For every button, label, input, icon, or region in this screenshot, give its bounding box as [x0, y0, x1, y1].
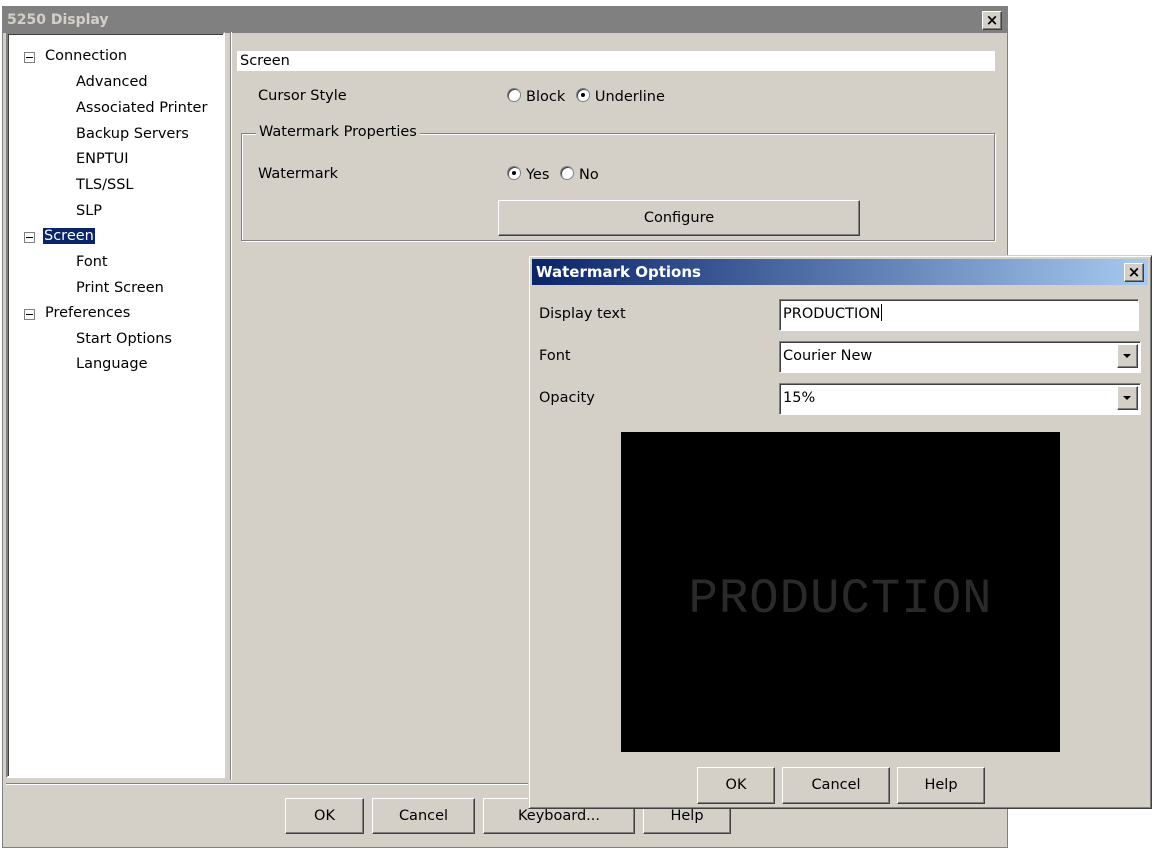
- watermark-no-radio[interactable]: No: [560, 166, 599, 183]
- display-text-label: Display text: [539, 306, 626, 322]
- chevron-down-icon[interactable]: [1117, 344, 1138, 368]
- display-text-input[interactable]: PRODUCTION: [779, 299, 1139, 331]
- opacity-label: Opacity: [539, 390, 595, 406]
- main-window-titlebar[interactable]: 5250 Display: [3, 7, 1007, 33]
- cursor-style-label: Cursor Style: [258, 88, 347, 104]
- watermark-label: Watermark: [258, 166, 338, 182]
- main-window-close-button[interactable]: ×: [982, 11, 1002, 30]
- panel-splitter[interactable]: [230, 32, 232, 780]
- radio-label: Block: [526, 89, 566, 105]
- collapse-screen-icon[interactable]: [24, 232, 35, 243]
- tree-item-start-options[interactable]: Start Options: [76, 328, 172, 350]
- main-window-title: 5250 Display: [7, 12, 109, 28]
- tree-item-label: Preferences: [45, 305, 131, 321]
- tree-item-backup-servers[interactable]: Backup Servers: [76, 123, 189, 145]
- tree-item-tls-ssl[interactable]: TLS/SSL: [76, 174, 134, 196]
- watermark-preview-text: PRODUCTION: [688, 571, 993, 627]
- tree-item-label: Screen: [43, 228, 95, 244]
- tree-item-associated-printer[interactable]: Associated Printer: [76, 97, 207, 119]
- watermark-properties-legend: Watermark Properties: [256, 124, 420, 140]
- opacity-select[interactable]: 15%: [779, 383, 1141, 415]
- font-select[interactable]: Courier New: [779, 341, 1141, 373]
- main-cancel-button[interactable]: Cancel: [372, 798, 475, 834]
- radio-checked-icon: [575, 88, 590, 102]
- watermark-radio-group: Yes No: [507, 166, 605, 183]
- tree-item-language[interactable]: Language: [76, 353, 148, 375]
- font-select-value: Courier New: [783, 348, 873, 364]
- cursor-block-radio[interactable]: Block: [507, 88, 566, 105]
- configure-button[interactable]: Configure: [498, 200, 860, 236]
- watermark-dialog-close-button[interactable]: ×: [1124, 263, 1144, 282]
- tree-item-advanced[interactable]: Advanced: [76, 71, 148, 93]
- dialog-cancel-button[interactable]: Cancel: [782, 767, 890, 804]
- tree-item-enptui[interactable]: ENPTUI: [76, 148, 129, 170]
- close-icon: ×: [1127, 263, 1141, 281]
- radio-label: No: [579, 167, 599, 183]
- tree-item-connection[interactable]: Connection: [45, 45, 127, 67]
- radio-unchecked-icon: [507, 88, 521, 102]
- text-caret: [880, 304, 882, 321]
- opacity-select-value: 15%: [783, 390, 816, 406]
- dialog-ok-button[interactable]: OK: [697, 767, 775, 804]
- tree-item-label: Connection: [45, 48, 128, 64]
- watermark-dialog-title: Watermark Options: [536, 263, 701, 281]
- chevron-down-icon[interactable]: [1117, 386, 1138, 410]
- font-label: Font: [539, 348, 571, 364]
- collapse-connection-icon[interactable]: [24, 52, 35, 63]
- tree-item-preferences[interactable]: Preferences: [45, 302, 130, 324]
- display-text-value: PRODUCTION: [783, 306, 881, 322]
- tree-item-font[interactable]: Font: [76, 251, 108, 273]
- radio-label: Underline: [594, 89, 665, 105]
- watermark-yes-radio[interactable]: Yes: [507, 166, 550, 183]
- collapse-preferences-icon[interactable]: [24, 309, 35, 320]
- cursor-underline-radio[interactable]: Underline: [575, 88, 665, 105]
- radio-unchecked-icon: [560, 166, 575, 180]
- radio-checked-icon: [507, 166, 521, 180]
- cursor-style-radio-group: Block Underline: [507, 88, 671, 105]
- tree-item-screen[interactable]: Screen: [43, 225, 95, 247]
- section-header: Screen: [237, 51, 995, 71]
- tree-item-print-screen[interactable]: Print Screen: [76, 277, 164, 299]
- watermark-dialog-titlebar[interactable]: Watermark Options: [532, 259, 1148, 285]
- close-icon: ×: [985, 11, 999, 29]
- main-ok-button[interactable]: OK: [285, 798, 364, 834]
- tree-item-slp[interactable]: SLP: [76, 200, 102, 222]
- radio-label: Yes: [526, 167, 550, 183]
- watermark-preview: PRODUCTION: [621, 432, 1060, 752]
- dialog-help-button[interactable]: Help: [897, 767, 985, 804]
